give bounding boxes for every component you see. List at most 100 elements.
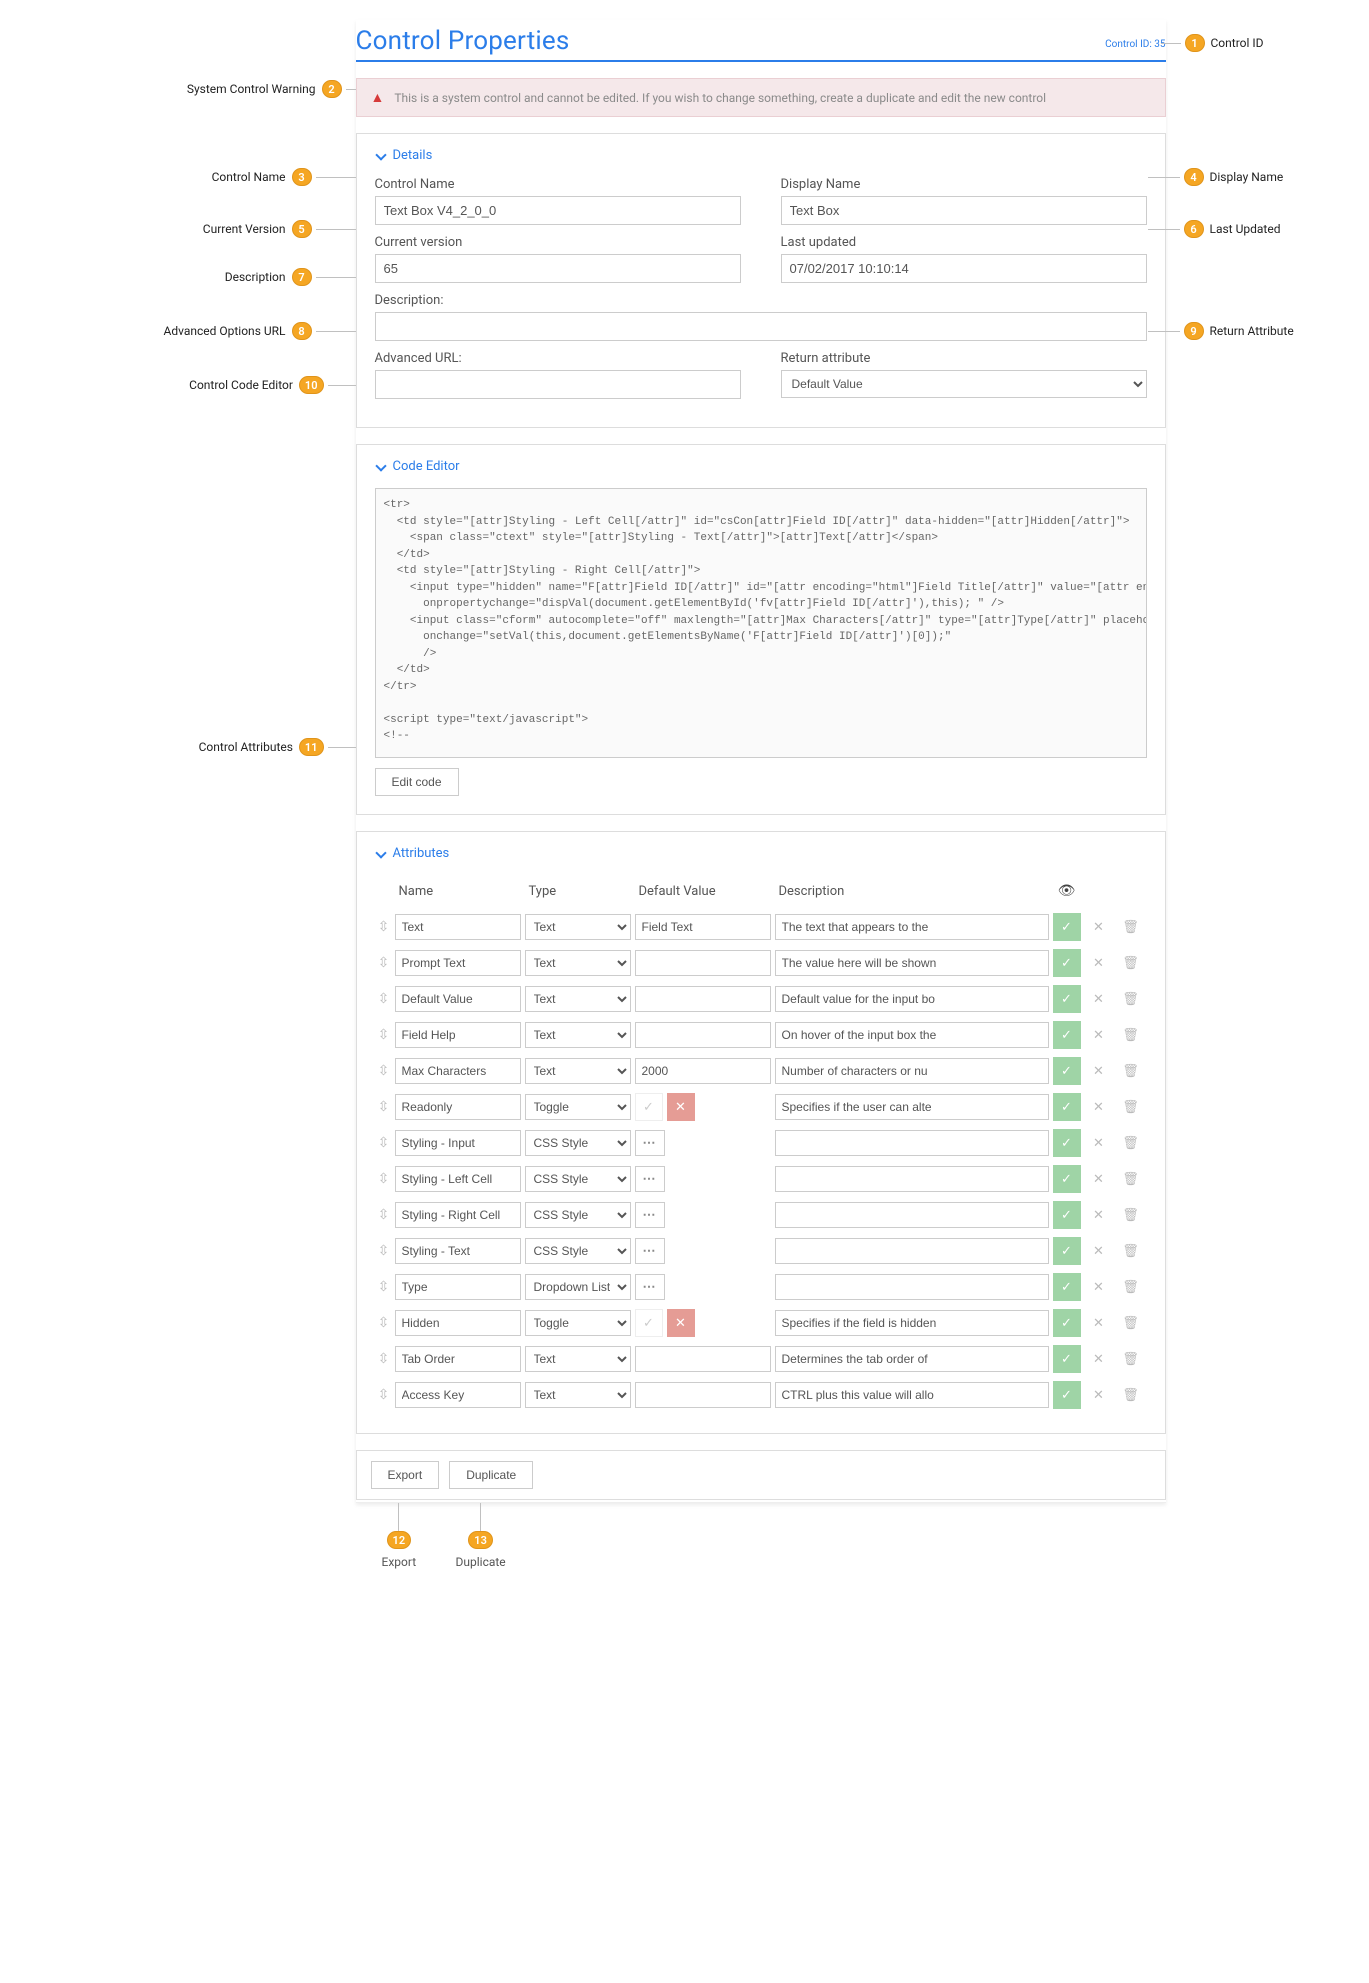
- current-version-input[interactable]: [375, 254, 741, 283]
- toggle-off-button[interactable]: ✕: [667, 1309, 695, 1337]
- attr-default-input[interactable]: [635, 1346, 771, 1372]
- attributes-toggle[interactable]: Attributes: [375, 846, 1147, 861]
- edit-code-button[interactable]: Edit code: [375, 768, 459, 796]
- attr-type-select[interactable]: Text: [525, 1058, 631, 1084]
- attr-name-input[interactable]: [395, 1202, 521, 1228]
- remove-button[interactable]: ✕: [1085, 1165, 1113, 1193]
- delete-button[interactable]: 🗑: [1117, 1021, 1145, 1049]
- visible-toggle-button[interactable]: ✓: [1053, 985, 1081, 1013]
- visible-toggle-button[interactable]: ✓: [1053, 1381, 1081, 1409]
- drag-handle-icon[interactable]: ⇳: [375, 1163, 393, 1195]
- delete-button[interactable]: 🗑: [1117, 1129, 1145, 1157]
- export-button[interactable]: Export: [371, 1461, 440, 1489]
- attr-description-input[interactable]: [775, 1382, 1049, 1408]
- drag-handle-icon[interactable]: ⇳: [375, 983, 393, 1015]
- remove-button[interactable]: ✕: [1085, 985, 1113, 1013]
- visible-toggle-button[interactable]: ✓: [1053, 1201, 1081, 1229]
- drag-handle-icon[interactable]: ⇳: [375, 1343, 393, 1375]
- drag-handle-icon[interactable]: ⇳: [375, 1271, 393, 1303]
- details-toggle[interactable]: Details: [375, 148, 1147, 163]
- visible-toggle-button[interactable]: ✓: [1053, 1129, 1081, 1157]
- attr-name-input[interactable]: [395, 1382, 521, 1408]
- delete-button[interactable]: 🗑: [1117, 1165, 1145, 1193]
- remove-button[interactable]: ✕: [1085, 1381, 1113, 1409]
- description-input[interactable]: [375, 312, 1147, 341]
- remove-button[interactable]: ✕: [1085, 1273, 1113, 1301]
- last-updated-input[interactable]: [781, 254, 1147, 283]
- attr-type-select[interactable]: Text: [525, 1346, 631, 1372]
- attr-name-input[interactable]: [395, 1310, 521, 1336]
- visible-toggle-button[interactable]: ✓: [1053, 913, 1081, 941]
- drag-handle-icon[interactable]: ⇳: [375, 1199, 393, 1231]
- more-options-button[interactable]: ⋯: [635, 1238, 665, 1264]
- remove-button[interactable]: ✕: [1085, 1345, 1113, 1373]
- more-options-button[interactable]: ⋯: [635, 1274, 665, 1300]
- attr-name-input[interactable]: [395, 1022, 521, 1048]
- attr-default-input[interactable]: [635, 986, 771, 1012]
- delete-button[interactable]: 🗑: [1117, 985, 1145, 1013]
- more-options-button[interactable]: ⋯: [635, 1166, 665, 1192]
- attr-type-select[interactable]: Toggle: [525, 1310, 631, 1336]
- attr-description-input[interactable]: [775, 950, 1049, 976]
- attr-description-input[interactable]: [775, 1274, 1049, 1300]
- visible-toggle-button[interactable]: ✓: [1053, 1057, 1081, 1085]
- toggle-on-button[interactable]: ✓: [635, 1093, 663, 1121]
- drag-handle-icon[interactable]: ⇳: [375, 911, 393, 943]
- delete-button[interactable]: 🗑: [1117, 1201, 1145, 1229]
- attr-type-select[interactable]: Text: [525, 1022, 631, 1048]
- attr-description-input[interactable]: [775, 1166, 1049, 1192]
- visible-toggle-button[interactable]: ✓: [1053, 1273, 1081, 1301]
- attr-name-input[interactable]: [395, 986, 521, 1012]
- attr-default-input[interactable]: [635, 1382, 771, 1408]
- drag-handle-icon[interactable]: ⇳: [375, 1307, 393, 1339]
- attr-name-input[interactable]: [395, 950, 521, 976]
- delete-button[interactable]: 🗑: [1117, 949, 1145, 977]
- attr-type-select[interactable]: Toggle: [525, 1094, 631, 1120]
- attr-type-select[interactable]: CSS Style: [525, 1238, 631, 1264]
- attr-description-input[interactable]: [775, 1022, 1049, 1048]
- duplicate-button[interactable]: Duplicate: [449, 1461, 533, 1489]
- remove-button[interactable]: ✕: [1085, 1129, 1113, 1157]
- attr-type-select[interactable]: CSS Style: [525, 1202, 631, 1228]
- control-name-input[interactable]: [375, 196, 741, 225]
- visible-toggle-button[interactable]: ✓: [1053, 1345, 1081, 1373]
- delete-button[interactable]: 🗑: [1117, 1093, 1145, 1121]
- delete-button[interactable]: 🗑: [1117, 1381, 1145, 1409]
- attr-description-input[interactable]: [775, 986, 1049, 1012]
- drag-handle-icon[interactable]: ⇳: [375, 1379, 393, 1411]
- attr-type-select[interactable]: Text: [525, 950, 631, 976]
- more-options-button[interactable]: ⋯: [635, 1202, 665, 1228]
- attr-default-input[interactable]: [635, 1058, 771, 1084]
- attr-description-input[interactable]: [775, 1202, 1049, 1228]
- delete-button[interactable]: 🗑: [1117, 1273, 1145, 1301]
- drag-handle-icon[interactable]: ⇳: [375, 1055, 393, 1087]
- visible-toggle-button[interactable]: ✓: [1053, 1309, 1081, 1337]
- remove-button[interactable]: ✕: [1085, 1309, 1113, 1337]
- attr-description-input[interactable]: [775, 914, 1049, 940]
- attr-description-input[interactable]: [775, 1094, 1049, 1120]
- code-editor-toggle[interactable]: Code Editor: [375, 459, 1147, 474]
- visible-toggle-button[interactable]: ✓: [1053, 1237, 1081, 1265]
- attr-description-input[interactable]: [775, 1058, 1049, 1084]
- attr-default-input[interactable]: [635, 950, 771, 976]
- remove-button[interactable]: ✕: [1085, 1021, 1113, 1049]
- attr-type-select[interactable]: Dropdown List: [525, 1274, 631, 1300]
- remove-button[interactable]: ✕: [1085, 1201, 1113, 1229]
- attr-type-select[interactable]: CSS Style: [525, 1130, 631, 1156]
- drag-handle-icon[interactable]: ⇳: [375, 1091, 393, 1123]
- delete-button[interactable]: 🗑: [1117, 1345, 1145, 1373]
- toggle-off-button[interactable]: ✕: [667, 1093, 695, 1121]
- more-options-button[interactable]: ⋯: [635, 1130, 665, 1156]
- attr-type-select[interactable]: Text: [525, 986, 631, 1012]
- attr-name-input[interactable]: [395, 1346, 521, 1372]
- visible-toggle-button[interactable]: ✓: [1053, 1093, 1081, 1121]
- toggle-on-button[interactable]: ✓: [635, 1309, 663, 1337]
- attr-name-input[interactable]: [395, 1058, 521, 1084]
- drag-handle-icon[interactable]: ⇳: [375, 1127, 393, 1159]
- attr-description-input[interactable]: [775, 1238, 1049, 1264]
- attr-name-input[interactable]: [395, 1130, 521, 1156]
- return-attribute-select[interactable]: Default Value: [781, 370, 1147, 398]
- drag-handle-icon[interactable]: ⇳: [375, 947, 393, 979]
- remove-button[interactable]: ✕: [1085, 1093, 1113, 1121]
- attr-type-select[interactable]: CSS Style: [525, 1166, 631, 1192]
